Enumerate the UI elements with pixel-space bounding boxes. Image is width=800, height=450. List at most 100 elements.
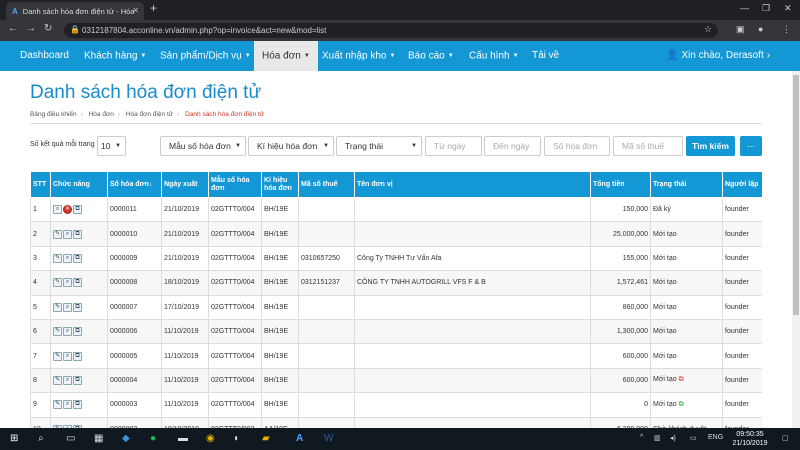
copy-icon[interactable]: ⧉ bbox=[73, 278, 82, 288]
copy-icon[interactable]: ⧉ bbox=[73, 302, 82, 312]
nav-customers[interactable]: Khách hàng ▼ bbox=[84, 41, 146, 71]
column-header[interactable]: Ngày xuất bbox=[161, 171, 209, 198]
sent-status-icon[interactable]: ⧉ bbox=[679, 401, 684, 408]
file-explorer-icon[interactable]: ▬ bbox=[178, 433, 188, 444]
breadcrumb-link[interactable]: Hóa đơn điện tử bbox=[126, 111, 173, 118]
delete-icon[interactable]: ✕ bbox=[63, 205, 72, 215]
search-button[interactable]: Tìm kiếm bbox=[686, 136, 735, 156]
taskbar-clock[interactable]: 09:50:35 21/10/2019 bbox=[724, 430, 776, 448]
to-date-input[interactable]: Đến ngày bbox=[484, 136, 541, 156]
maximize-icon[interactable]: ❐ bbox=[762, 3, 770, 14]
vscode-icon[interactable]: ◆ bbox=[122, 433, 130, 444]
app-icon[interactable]: ◐ bbox=[234, 433, 240, 444]
view-icon[interactable]: ⌕ bbox=[63, 278, 72, 288]
column-header[interactable]: Tổng tiền bbox=[590, 171, 651, 198]
bookmark-star-icon[interactable]: ☆ bbox=[704, 24, 712, 35]
copy-icon[interactable]: ⧉ bbox=[73, 253, 82, 263]
column-header[interactable]: Số hóa đơn↓ bbox=[107, 171, 162, 198]
column-header[interactable]: Mã số thuế bbox=[298, 171, 355, 198]
nav-reports[interactable]: Báo cáo ▼ bbox=[408, 41, 454, 71]
view-icon[interactable]: ⌕ bbox=[63, 253, 72, 263]
nav-settings[interactable]: Cấu hình ▼ bbox=[469, 41, 519, 71]
folder-icon[interactable]: ▰ bbox=[262, 433, 270, 444]
table-row[interactable]: 6 ✎ ⌕ ⧉ 0000006 11/10/2019 02GTTT0/004 BH/19E 1,… bbox=[30, 318, 762, 345]
from-date-input[interactable]: Từ ngày bbox=[425, 136, 482, 156]
breadcrumb-link[interactable]: Bảng điều khiển bbox=[30, 111, 77, 118]
column-header[interactable]: Trạng thái bbox=[650, 171, 723, 198]
forward-icon[interactable]: → bbox=[26, 23, 36, 34]
column-header[interactable]: Người lập bbox=[722, 171, 762, 198]
edit-icon[interactable]: ✎ bbox=[53, 327, 62, 337]
edit-icon[interactable]: ✎ bbox=[53, 400, 62, 410]
search-icon[interactable]: ⌕ bbox=[38, 433, 44, 444]
windows-start-icon[interactable]: ⊞ bbox=[10, 433, 18, 444]
extension-icon[interactable]: ▣ bbox=[736, 24, 745, 35]
status-select[interactable]: Trạng thái ▼ bbox=[336, 136, 422, 156]
chrome-icon[interactable]: ◉ bbox=[206, 433, 215, 444]
edit-icon[interactable]: ✎ bbox=[53, 302, 62, 312]
back-icon[interactable]: ← bbox=[8, 23, 18, 34]
form-code-select[interactable]: Mẫu số hóa đơn ▼ bbox=[160, 136, 246, 156]
invoice-no-input[interactable]: Số hóa đơn bbox=[544, 136, 610, 156]
table-row[interactable]: 4 ✎ ⌕ ⧉ 0000008 18/10/2019 02GTTT0/004 BH/19E 03… bbox=[30, 270, 762, 296]
view-icon[interactable]: ⌕ bbox=[63, 302, 72, 312]
nav-warehouse[interactable]: Xuất nhập kho ▼ bbox=[322, 41, 395, 71]
user-menu[interactable]: 👤 Xin chào, Derasoft › bbox=[666, 41, 770, 71]
scrollbar-thumb[interactable] bbox=[793, 75, 799, 315]
edit-icon[interactable]: ✎ bbox=[53, 278, 62, 288]
url-input[interactable]: 🔒 0312187804.acconline.vn/admin.php?op=i… bbox=[64, 23, 718, 38]
minimize-icon[interactable]: — bbox=[740, 3, 749, 13]
copy-icon[interactable]: ⧉ bbox=[73, 400, 82, 410]
battery-icon[interactable]: ▭ bbox=[690, 434, 697, 442]
menu-icon[interactable]: ⋮ bbox=[782, 24, 791, 35]
table-row[interactable]: 3 ✎ ⌕ ⧉ 0000009 21/10/2019 02GTTT0/004 BH/19E 03… bbox=[30, 245, 762, 272]
browser-tab[interactable]: A Danh sách hóa đơn điện tử - Hóa ✕ bbox=[6, 2, 144, 20]
view-icon[interactable]: ⌕ bbox=[63, 327, 72, 337]
copy-icon[interactable]: ⧉ bbox=[73, 351, 82, 361]
view-icon[interactable]: ⌕ bbox=[63, 229, 72, 239]
nav-dashboard[interactable]: Dashboard bbox=[20, 41, 69, 71]
table-row[interactable]: 7 ✎ ⌕ ⧉ 0000005 11/10/2019 02GTTT0/004 BH/19E 60… bbox=[30, 343, 762, 369]
network-icon[interactable]: ▥ bbox=[654, 434, 661, 442]
symbol-select[interactable]: Kí hiệu hóa đơn ▼ bbox=[248, 136, 334, 156]
calculator-icon[interactable]: ▦ bbox=[94, 433, 103, 444]
copy-icon[interactable]: ⧉ bbox=[73, 327, 82, 337]
column-header[interactable]: Mẫu số hóa đơn bbox=[208, 171, 262, 198]
copy-icon[interactable]: ⧉ bbox=[73, 229, 82, 239]
spotify-icon[interactable]: ● bbox=[150, 433, 156, 444]
breadcrumb-link[interactable]: Hóa đơn bbox=[89, 111, 114, 118]
tray-chevron-icon[interactable]: ^ bbox=[640, 434, 643, 441]
nav-products[interactable]: Sản phẩm/Dịch vụ ▼ bbox=[160, 41, 251, 71]
reload-icon[interactable]: ↻ bbox=[44, 23, 52, 34]
accounting-app-icon[interactable]: A bbox=[296, 433, 303, 444]
nav-invoices[interactable]: Hóa đơn ▼ bbox=[254, 41, 318, 71]
column-header[interactable]: Kí hiệu hóa đơn bbox=[261, 171, 299, 198]
nav-downloads[interactable]: Tải về bbox=[532, 41, 559, 71]
table-row[interactable]: 2 ✎ ⌕ ⧉ 0000010 21/10/2019 02GTTT0/004 BH/19E 25… bbox=[30, 221, 762, 247]
pending-status-icon[interactable]: ⧉ bbox=[679, 376, 684, 383]
column-header[interactable]: STT bbox=[30, 171, 51, 198]
edit-icon[interactable]: ✎ bbox=[53, 375, 62, 385]
edit-icon[interactable]: ✎ bbox=[53, 351, 62, 361]
filter-toggle-button[interactable]: ⋯ bbox=[740, 136, 762, 156]
copy-icon[interactable]: ⧉ bbox=[73, 205, 82, 215]
window-close-icon[interactable]: ✕ bbox=[784, 3, 792, 14]
view-icon[interactable]: ⌕ bbox=[53, 205, 62, 215]
tab-close-icon[interactable]: ✕ bbox=[132, 6, 139, 15]
column-header[interactable]: Chức năng bbox=[50, 171, 108, 198]
view-icon[interactable]: ⌕ bbox=[63, 375, 72, 385]
copy-icon[interactable]: ⧉ bbox=[73, 375, 82, 385]
profile-icon[interactable]: ● bbox=[758, 24, 763, 34]
table-row[interactable]: 10✎⌕⧉000000310/10/201902GTTT0/003AA/19E 6… bbox=[30, 416, 762, 428]
view-icon[interactable]: ⌕ bbox=[63, 351, 72, 361]
tax-code-input[interactable]: Mã số thuế bbox=[613, 136, 683, 156]
page-size-select[interactable]: 10 ▼ bbox=[97, 136, 126, 156]
table-row[interactable]: 8 ✎ ⌕ ⧉ 0000004 11/10/2019 02GTTT0/004 BH/19E 60… bbox=[30, 367, 762, 394]
table-row[interactable]: 1 ⌕ ✕ ⧉ 0000011 21/10/2019 02GTTT0/004 BH/19E 15… bbox=[30, 196, 762, 223]
new-tab-icon[interactable]: + bbox=[150, 1, 157, 15]
edit-icon[interactable]: ✎ bbox=[53, 229, 62, 239]
table-row[interactable]: 9 ✎ ⌕ ⧉ 0000003 11/10/2019 02GTTT0/004 BH/19E 0 M… bbox=[30, 392, 762, 418]
edit-icon[interactable]: ✎ bbox=[53, 253, 62, 263]
volume-icon[interactable]: ◂) bbox=[670, 434, 676, 442]
task-view-icon[interactable]: ▭ bbox=[66, 433, 75, 444]
